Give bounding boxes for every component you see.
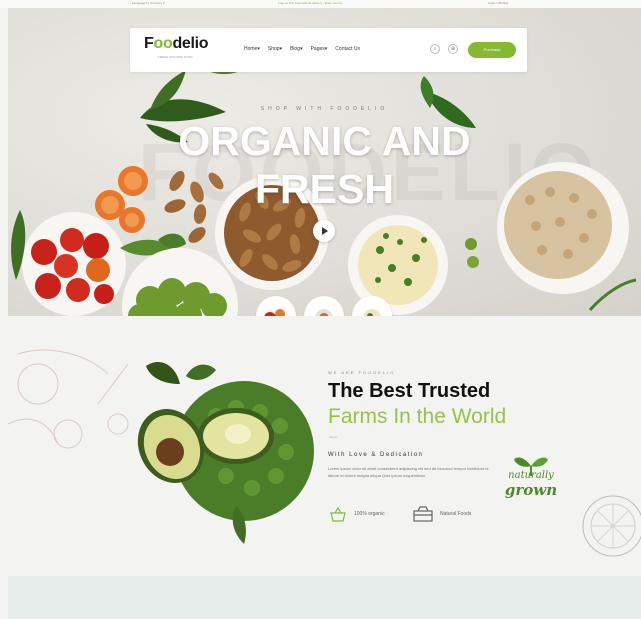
feature-organic: 100% organic bbox=[328, 505, 385, 523]
feature-natural: Natural Foods bbox=[412, 505, 471, 523]
about-paragraph: Lorem ipsum dolor sit amet consectetur a… bbox=[328, 466, 489, 478]
about-title-highlight: Farms In the World bbox=[328, 405, 507, 428]
dedication-heading: With Love & Dedication bbox=[328, 452, 424, 458]
menu-item-label: Shop bbox=[267, 46, 280, 52]
menu-item-shop[interactable]: Shop▾ bbox=[268, 46, 282, 52]
next-section-strip bbox=[8, 576, 641, 619]
search-icon[interactable]: ⌕ bbox=[430, 44, 440, 54]
cart-icon[interactable]: ⊕ bbox=[448, 44, 458, 54]
menu-item-home[interactable]: Home▾ bbox=[244, 46, 260, 52]
site-logo[interactable]: Foodelio bbox=[144, 35, 209, 53]
hero-title-line2: FRESH bbox=[255, 166, 394, 212]
main-menu: Home▾ Shop▾ Blog▾ Pages▾ Contact Us bbox=[244, 46, 360, 52]
purchase-button[interactable]: Purchase bbox=[468, 42, 516, 58]
language-currency-selector[interactable]: Language ▾ | Currency ▾ bbox=[132, 1, 165, 5]
menu-item-blog[interactable]: Blog▾ bbox=[290, 46, 303, 52]
naturally-grown-badge: naturally grown bbox=[500, 452, 562, 522]
menu-item-pages[interactable]: Pages▾ bbox=[311, 46, 328, 52]
about-subtitle: WE ARE FOODELIO bbox=[328, 370, 396, 375]
logo-tagline: FRESH ORGANIC FOOD bbox=[158, 55, 193, 59]
hero-subtitle: SHOP WITH FOODELIO bbox=[260, 106, 389, 112]
main-navbar: Foodelio FRESH ORGANIC FOOD Home▾ Shop▾ … bbox=[130, 28, 527, 72]
about-label: About bbox=[329, 435, 337, 439]
about-section bbox=[8, 316, 641, 576]
logo-text-delio: delio bbox=[172, 35, 209, 52]
logo-text-oo: oo bbox=[153, 35, 173, 52]
login-link[interactable]: Login / Wishlist bbox=[488, 1, 508, 5]
kitchen-sketch-decoration bbox=[8, 349, 129, 449]
hero-title-line1: ORGANIC AND bbox=[178, 118, 471, 164]
avocado-image bbox=[137, 362, 314, 544]
badge-text-naturally: naturally bbox=[508, 470, 554, 481]
hero-section: FOODELIO SHOP WITH FOODELIO ORGANIC AND … bbox=[8, 8, 641, 316]
basket-icon bbox=[330, 506, 346, 522]
top-bar: Language ▾ | Currency ▾ Free on first in… bbox=[0, 0, 641, 8]
lemon-sketch-decoration bbox=[582, 495, 641, 557]
badge-text-grown: grown bbox=[504, 481, 558, 499]
menu-item-label: Blog bbox=[290, 46, 301, 52]
play-video-button[interactable] bbox=[313, 220, 335, 242]
about-title: The Best Trusted bbox=[328, 380, 491, 402]
menu-item-contact[interactable]: Contact Us bbox=[335, 46, 360, 52]
feature-organic-label: 100% organic bbox=[354, 511, 385, 517]
crate-icon bbox=[413, 506, 433, 522]
promo-text: Free on first international delivery • E… bbox=[278, 1, 342, 5]
menu-item-label: Home bbox=[244, 46, 258, 52]
feature-natural-label: Natural Foods bbox=[440, 511, 472, 517]
menu-item-label: Pages bbox=[310, 46, 325, 52]
